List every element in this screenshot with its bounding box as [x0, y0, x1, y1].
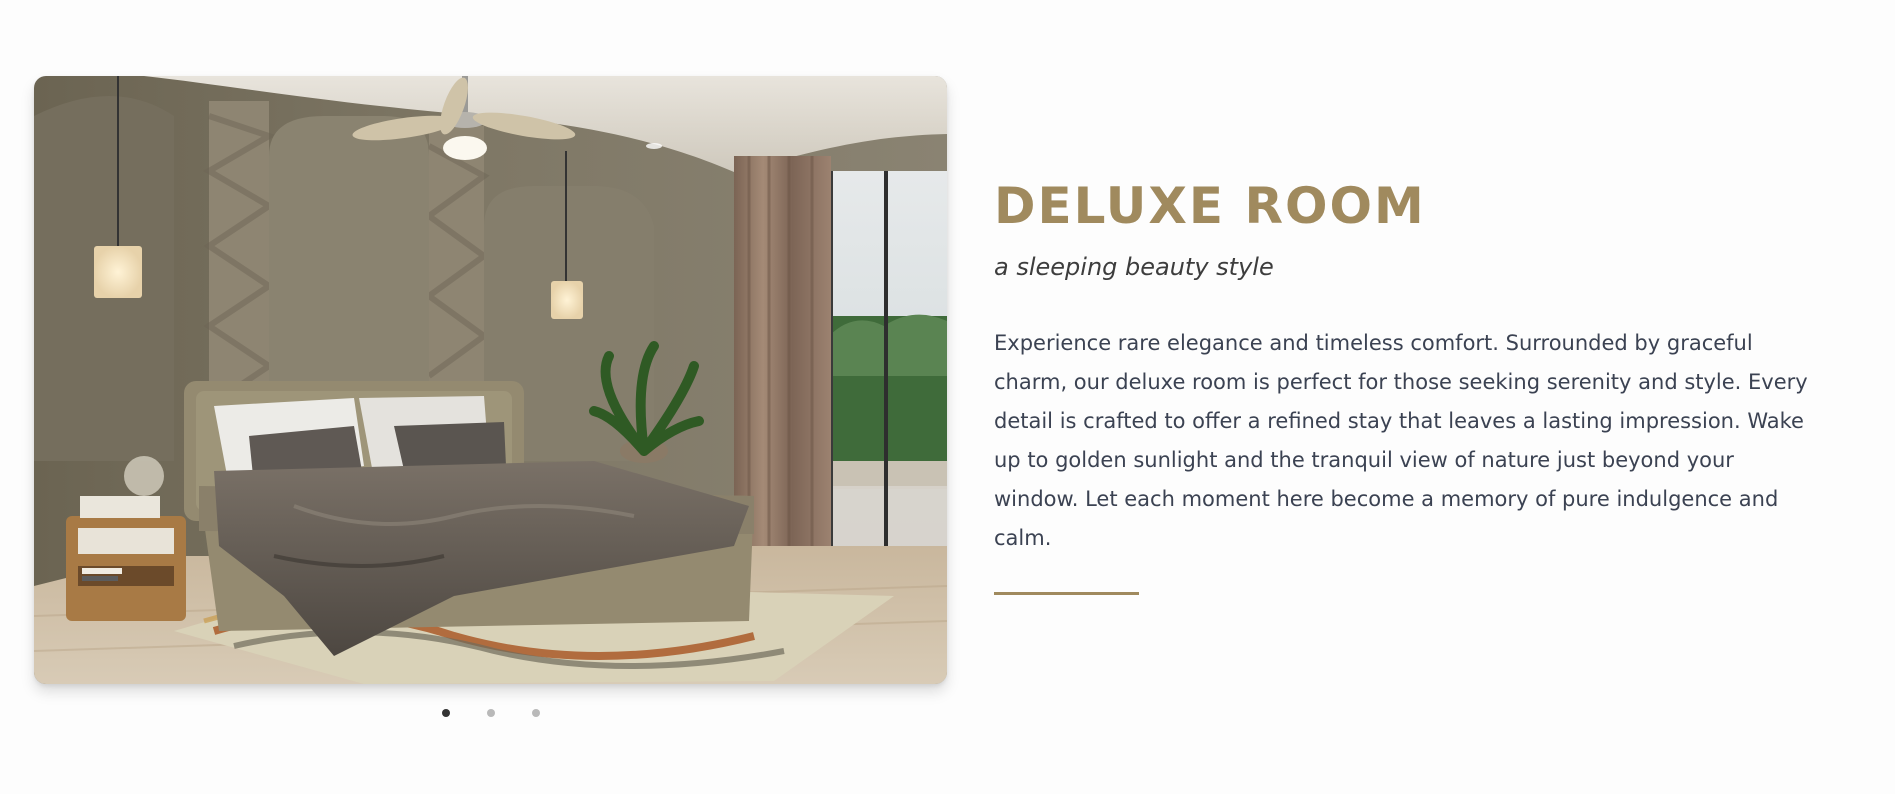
carousel-indicators — [430, 706, 560, 720]
carousel-dot-3[interactable] — [532, 709, 540, 717]
carousel-dot-2[interactable] — [487, 709, 495, 717]
room-title: DELUXE ROOM — [994, 177, 1426, 235]
accent-divider — [994, 592, 1139, 595]
bedroom-photo — [34, 76, 947, 684]
room-showcase: DELUXE ROOM a sleeping beauty style Expe… — [0, 0, 1895, 794]
room-image-carousel[interactable] — [34, 76, 947, 684]
room-subtitle: a sleeping beauty style — [994, 253, 1274, 281]
room-description: Experience rare elegance and timeless co… — [994, 331, 1808, 550]
carousel-dot-1[interactable] — [442, 709, 450, 717]
